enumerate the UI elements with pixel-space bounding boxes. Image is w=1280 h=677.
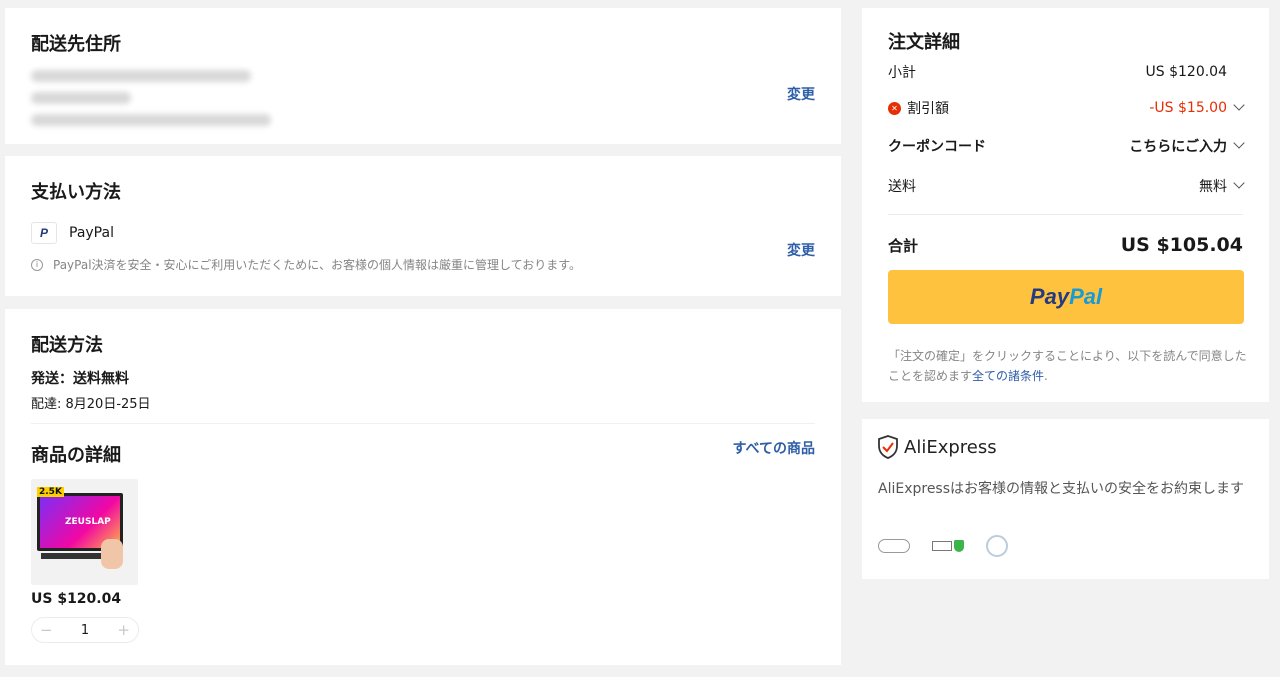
paypal-label: PayPal bbox=[69, 225, 114, 241]
subtotal-value: US $120.04 bbox=[1145, 64, 1227, 80]
coupon-label: クーポンコード bbox=[888, 139, 986, 155]
product-image-brand: ZEUSLAP bbox=[65, 517, 111, 527]
aliexpress-brand: AliExpress bbox=[878, 435, 997, 459]
address-card: 配送先住所 変更 bbox=[5, 8, 841, 144]
shipping-fee-row[interactable]: 送料 無料 bbox=[888, 176, 1245, 196]
total-row: 合計 US $105.04 bbox=[888, 234, 1243, 256]
paypal-option[interactable]: P PayPal bbox=[31, 222, 114, 244]
quantity-value[interactable]: 1 bbox=[81, 623, 89, 638]
product-price: US $120.04 bbox=[31, 591, 122, 607]
quantity-plus-button[interactable]: + bbox=[117, 621, 130, 639]
shield-check-icon bbox=[878, 435, 898, 459]
discount-value: -US $15.00 bbox=[1149, 100, 1227, 116]
product-title: 商品の詳細 bbox=[31, 445, 121, 466]
paypal-button-pal: Pal bbox=[1069, 284, 1103, 309]
product-image[interactable]: 2.5K ZEUSLAP bbox=[31, 479, 138, 585]
terms-link[interactable]: 全ての諸条件 bbox=[972, 369, 1044, 383]
trust-text: AliExpressはお客様の情報と支払いの安全をお約束します bbox=[878, 481, 1245, 497]
discount-icon: ✕ bbox=[888, 101, 901, 115]
chevron-down-icon bbox=[1233, 177, 1245, 189]
order-summary-card: 注文詳細 小計 US $120.04 ✕ 割引額 -US $15.00 クーポン… bbox=[862, 8, 1269, 402]
address-redacted bbox=[31, 70, 291, 138]
payment-note: i PayPal決済を安全・安心にご利用いただくために、お客様の個人情報は厳重に… bbox=[31, 256, 581, 273]
payment-card: 支払い方法 P PayPal i PayPal決済を安全・安心にご利用いただくた… bbox=[5, 156, 841, 296]
terms-text: 「注文の確定」をクリックすることにより、以下を読んで同意したことを認めます全ての… bbox=[888, 349, 1247, 383]
address-title: 配送先住所 bbox=[31, 34, 121, 55]
coupon-row[interactable]: クーポンコード こちらにご入力 bbox=[888, 136, 1245, 156]
order-title: 注文詳細 bbox=[888, 32, 960, 53]
subtotal-row: 小計 US $120.04 bbox=[888, 62, 1227, 82]
shipping-fee-value: 無料 bbox=[1199, 179, 1227, 195]
shipping-title: 配送方法 bbox=[31, 335, 103, 356]
certification-badge-icon bbox=[986, 535, 1008, 557]
security-badges bbox=[878, 535, 1008, 557]
payment-note-text: PayPal決済を安全・安心にご利用いただくために、お客様の個人情報は厳重に管理… bbox=[53, 258, 582, 272]
divider bbox=[31, 423, 815, 424]
quantity-minus-button[interactable]: − bbox=[40, 621, 53, 639]
paypal-button-pay: Pay bbox=[1029, 284, 1070, 309]
aliexpress-brand-text: AliExpress bbox=[904, 436, 997, 458]
payment-title: 支払い方法 bbox=[31, 182, 121, 203]
quantity-stepper: − 1 + bbox=[31, 617, 139, 643]
chevron-down-icon bbox=[1233, 99, 1245, 111]
coupon-value: こちらにご入力 bbox=[1129, 139, 1227, 155]
chevron-down-icon bbox=[1233, 137, 1245, 149]
shipping-method: 発送：送料無料 bbox=[31, 371, 129, 387]
total-label: 合計 bbox=[888, 236, 919, 255]
all-items-link[interactable]: すべての商品 bbox=[733, 438, 815, 458]
divider bbox=[888, 214, 1243, 215]
info-icon: i bbox=[31, 258, 43, 271]
subtotal-label: 小計 bbox=[888, 65, 916, 81]
trust-card: AliExpress AliExpressはお客様の情報と支払いの安全をお約束し… bbox=[862, 419, 1269, 579]
discount-label: 割引額 bbox=[907, 101, 949, 117]
product-image-badge: 2.5K bbox=[37, 487, 64, 497]
paypal-icon: P bbox=[31, 222, 57, 244]
paypal-checkout-button[interactable]: Pay Pal bbox=[888, 270, 1244, 324]
discount-row[interactable]: ✕ 割引額 -US $15.00 bbox=[888, 98, 1245, 118]
shipping-fee-label: 送料 bbox=[888, 179, 916, 195]
security-badge-icon bbox=[878, 539, 910, 553]
address-change-link[interactable]: 変更 bbox=[787, 84, 815, 104]
delivery-date: 配達: 8月20日-25日 bbox=[31, 397, 151, 412]
shipping-product-card: 配送方法 発送：送料無料 配達: 8月20日-25日 商品の詳細 すべての商品 … bbox=[5, 309, 841, 665]
ssl-badge-icon bbox=[932, 540, 964, 552]
payment-change-link[interactable]: 変更 bbox=[787, 240, 815, 260]
total-value: US $105.04 bbox=[1120, 234, 1243, 256]
